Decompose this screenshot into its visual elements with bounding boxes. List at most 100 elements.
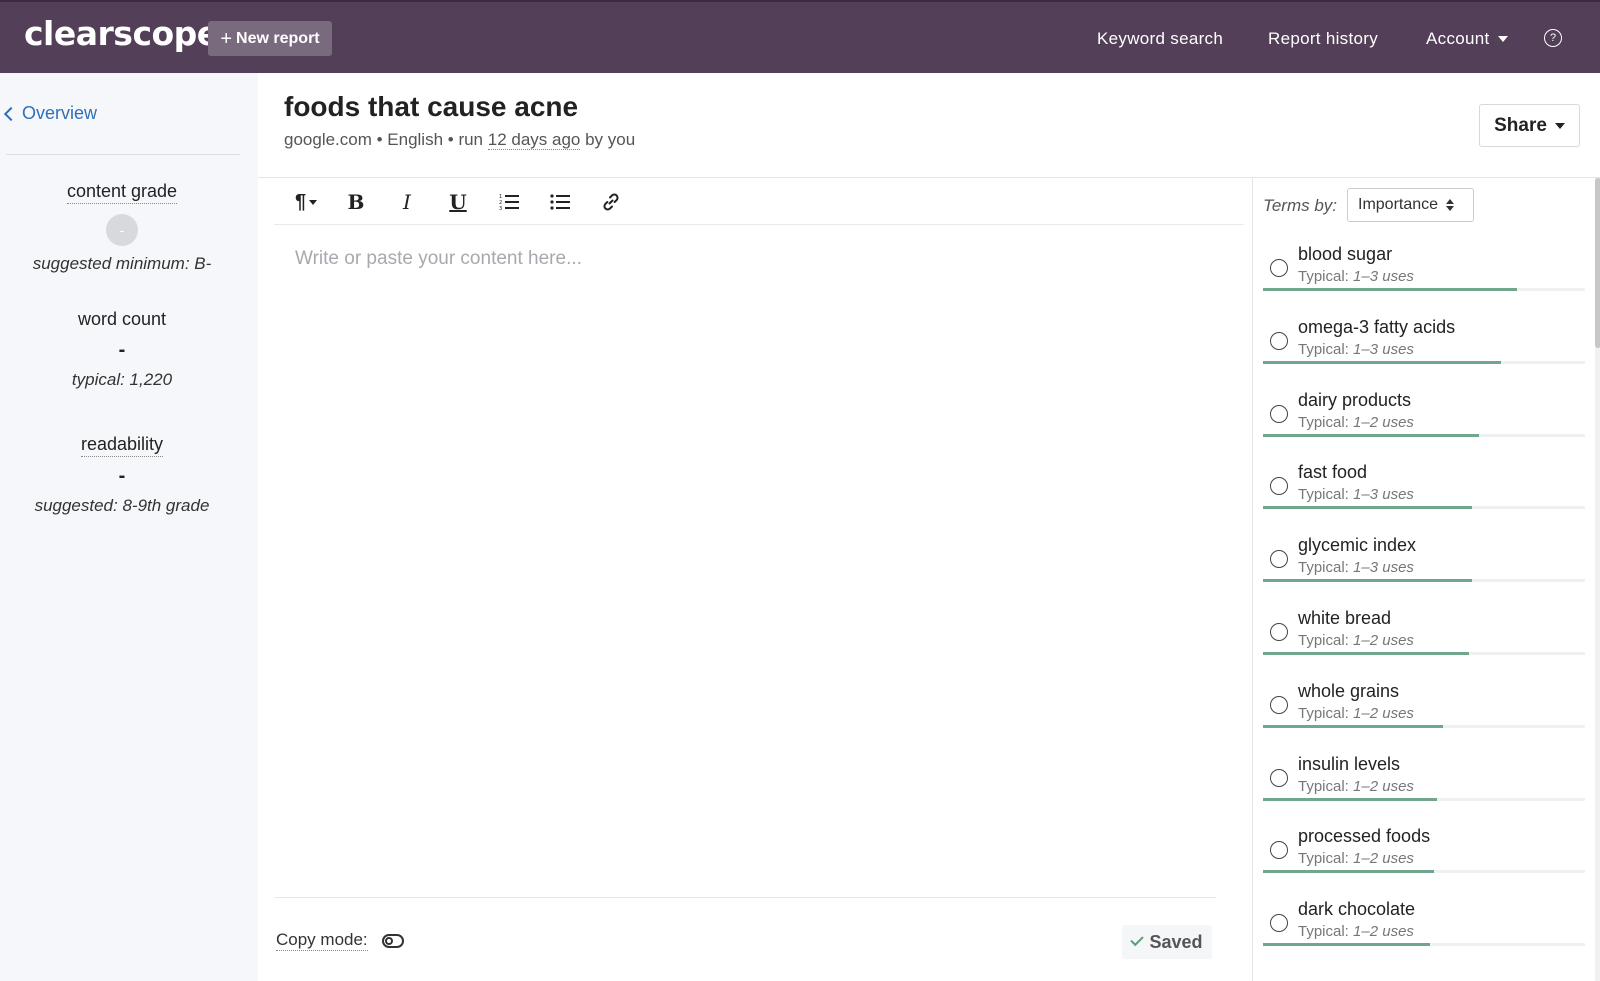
term-importance-bar [1263,652,1585,655]
term-importance-fill [1263,506,1473,510]
term-typical-uses: Typical: 1–2 uses [1298,778,1414,795]
chevron-down-icon [1497,36,1508,42]
insert-link-button[interactable] [595,190,627,214]
term-typical-prefix: Typical: [1298,704,1354,722]
term-importance-fill [1263,870,1434,874]
terms-sort-select[interactable]: Importance [1347,188,1474,222]
chevron-down-icon [1554,122,1565,129]
underline-button[interactable]: U [442,190,474,214]
term-typical-prefix: Typical: [1298,850,1354,868]
share-button[interactable]: Share [1479,104,1580,147]
word-count-metric: word count - typical: 1,220 [0,309,244,390]
ordered-list-icon: 1 2 3 [499,194,519,211]
term-typical-prefix: Typical: [1298,777,1354,795]
term-name: processed foods [1298,826,1431,847]
term-typical-uses: Typical: 1–2 uses [1298,923,1414,940]
term-importance-fill [1263,724,1444,728]
bold-icon: B [347,190,365,214]
term-importance-fill [1263,288,1518,291]
nav-account-dropdown[interactable]: Account [1426,29,1508,49]
help-icon[interactable]: ? [1544,29,1562,47]
term-typical-range: 1–2 uses [1353,413,1414,431]
term-item[interactable]: blood sugar Typical: 1–3 uses [1263,240,1585,313]
content-grade-hint: suggested minimum: B- [32,254,212,273]
term-status-radio[interactable] [1270,331,1288,350]
report-run-date[interactable]: 12 days ago [487,130,581,150]
underline-icon: U [449,190,467,214]
term-importance-fill [1263,943,1431,947]
term-item[interactable]: dairy products Typical: 1–2 uses [1263,386,1585,459]
report-main: foods that cause acne google.com • Engli… [258,73,1600,981]
term-typical-uses: Typical: 1–3 uses [1298,486,1414,503]
term-status-radio[interactable] [1270,695,1288,714]
bold-button[interactable]: B [340,190,372,214]
term-status-radio[interactable] [1270,623,1288,641]
term-typical-uses: Typical: 1–2 uses [1298,632,1414,649]
term-item[interactable]: processed foods Typical: 1–2 uses [1263,822,1585,895]
term-status-radio[interactable] [1270,914,1288,933]
editor-footer-divider [274,897,1216,898]
term-item[interactable]: dark chocolate Typical: 1–2 uses [1263,895,1585,968]
term-importance-bar [1263,360,1585,364]
term-status-radio[interactable] [1270,841,1288,860]
copy-mode-control: Copy mode: [276,930,404,951]
word-count-hint: typical: 1,220 [71,370,173,389]
content-grade-label[interactable]: content grade [66,181,178,204]
term-typical-prefix: Typical: [1298,486,1354,504]
terms-scrollbar-thumb[interactable] [1595,178,1600,348]
term-typical-prefix: Typical: [1298,268,1354,285]
bullet-list-icon [550,194,570,210]
term-item[interactable]: white bread Typical: 1–2 uses [1263,604,1585,677]
term-status-radio[interactable] [1270,259,1288,277]
term-name: fast food [1298,462,1368,483]
term-item[interactable]: glycemic index Typical: 1–3 uses [1263,531,1585,604]
term-typical-range: 1–3 uses [1353,268,1414,285]
term-typical-prefix: Typical: [1298,340,1354,358]
saved-label: Saved [1149,931,1203,952]
term-typical-range: 1–2 uses [1353,704,1414,722]
readability-hint: suggested: 8-9th grade [34,496,210,515]
paragraph-format-button[interactable]: ¶ [286,190,326,214]
new-report-button[interactable]: + New report [208,21,332,56]
overview-link[interactable]: Overview [3,103,97,124]
page-title: foods that cause acne [284,91,579,122]
term-typical-range: 1–3 uses [1353,559,1414,577]
term-item[interactable]: insulin levels Typical: 1–2 uses [1263,750,1585,823]
term-item[interactable]: whole grains Typical: 1–2 uses [1263,677,1585,750]
ordered-list-button[interactable]: 1 2 3 [493,190,525,214]
term-importance-bar [1263,288,1585,291]
clearscope-logo[interactable]: clearscope [24,14,219,53]
copy-mode-toggle[interactable] [381,933,404,948]
bullet-list-button[interactable] [544,190,576,214]
term-item[interactable]: fast food Typical: 1–3 uses [1263,458,1585,531]
term-status-radio[interactable] [1270,404,1288,423]
term-name: dark chocolate [1298,899,1416,920]
editor-toolbar: ¶ B I U 1 2 3 [274,178,1244,225]
report-meta-suffix: by you [580,130,636,149]
term-typical-prefix: Typical: [1298,923,1354,941]
editor-textarea[interactable]: Write or paste your content here... [295,248,582,270]
terms-panel: Terms by: Importance blood sugar Typical:… [1252,178,1600,981]
check-icon [1130,932,1145,947]
term-typical-range: 1–3 uses [1353,486,1414,504]
copy-mode-label: Copy mode: [276,930,368,951]
term-status-radio[interactable] [1270,550,1288,569]
sidebar-divider [6,154,240,155]
term-importance-bar [1263,724,1585,728]
content-editor: ¶ B I U 1 2 3 Write or paste your conten… [258,178,1252,981]
term-importance-fill [1263,579,1473,583]
chevron-down-icon [309,199,318,205]
nav-report-history[interactable]: Report history [1268,29,1378,49]
readability-label[interactable]: readability [80,434,164,457]
term-name: white bread [1298,608,1392,628]
term-typical-range: 1–2 uses [1353,923,1414,941]
term-status-radio[interactable] [1270,768,1288,787]
nav-keyword-search[interactable]: Keyword search [1097,29,1223,49]
term-status-radio[interactable] [1270,477,1288,496]
svg-text:3: 3 [499,206,502,211]
term-importance-bar [1263,579,1585,583]
italic-button[interactable]: I [391,190,423,214]
term-name: dairy products [1298,389,1412,410]
term-item[interactable]: omega-3 fatty acids Typical: 1–3 uses [1263,313,1585,386]
term-typical-range: 1–2 uses [1353,632,1414,649]
